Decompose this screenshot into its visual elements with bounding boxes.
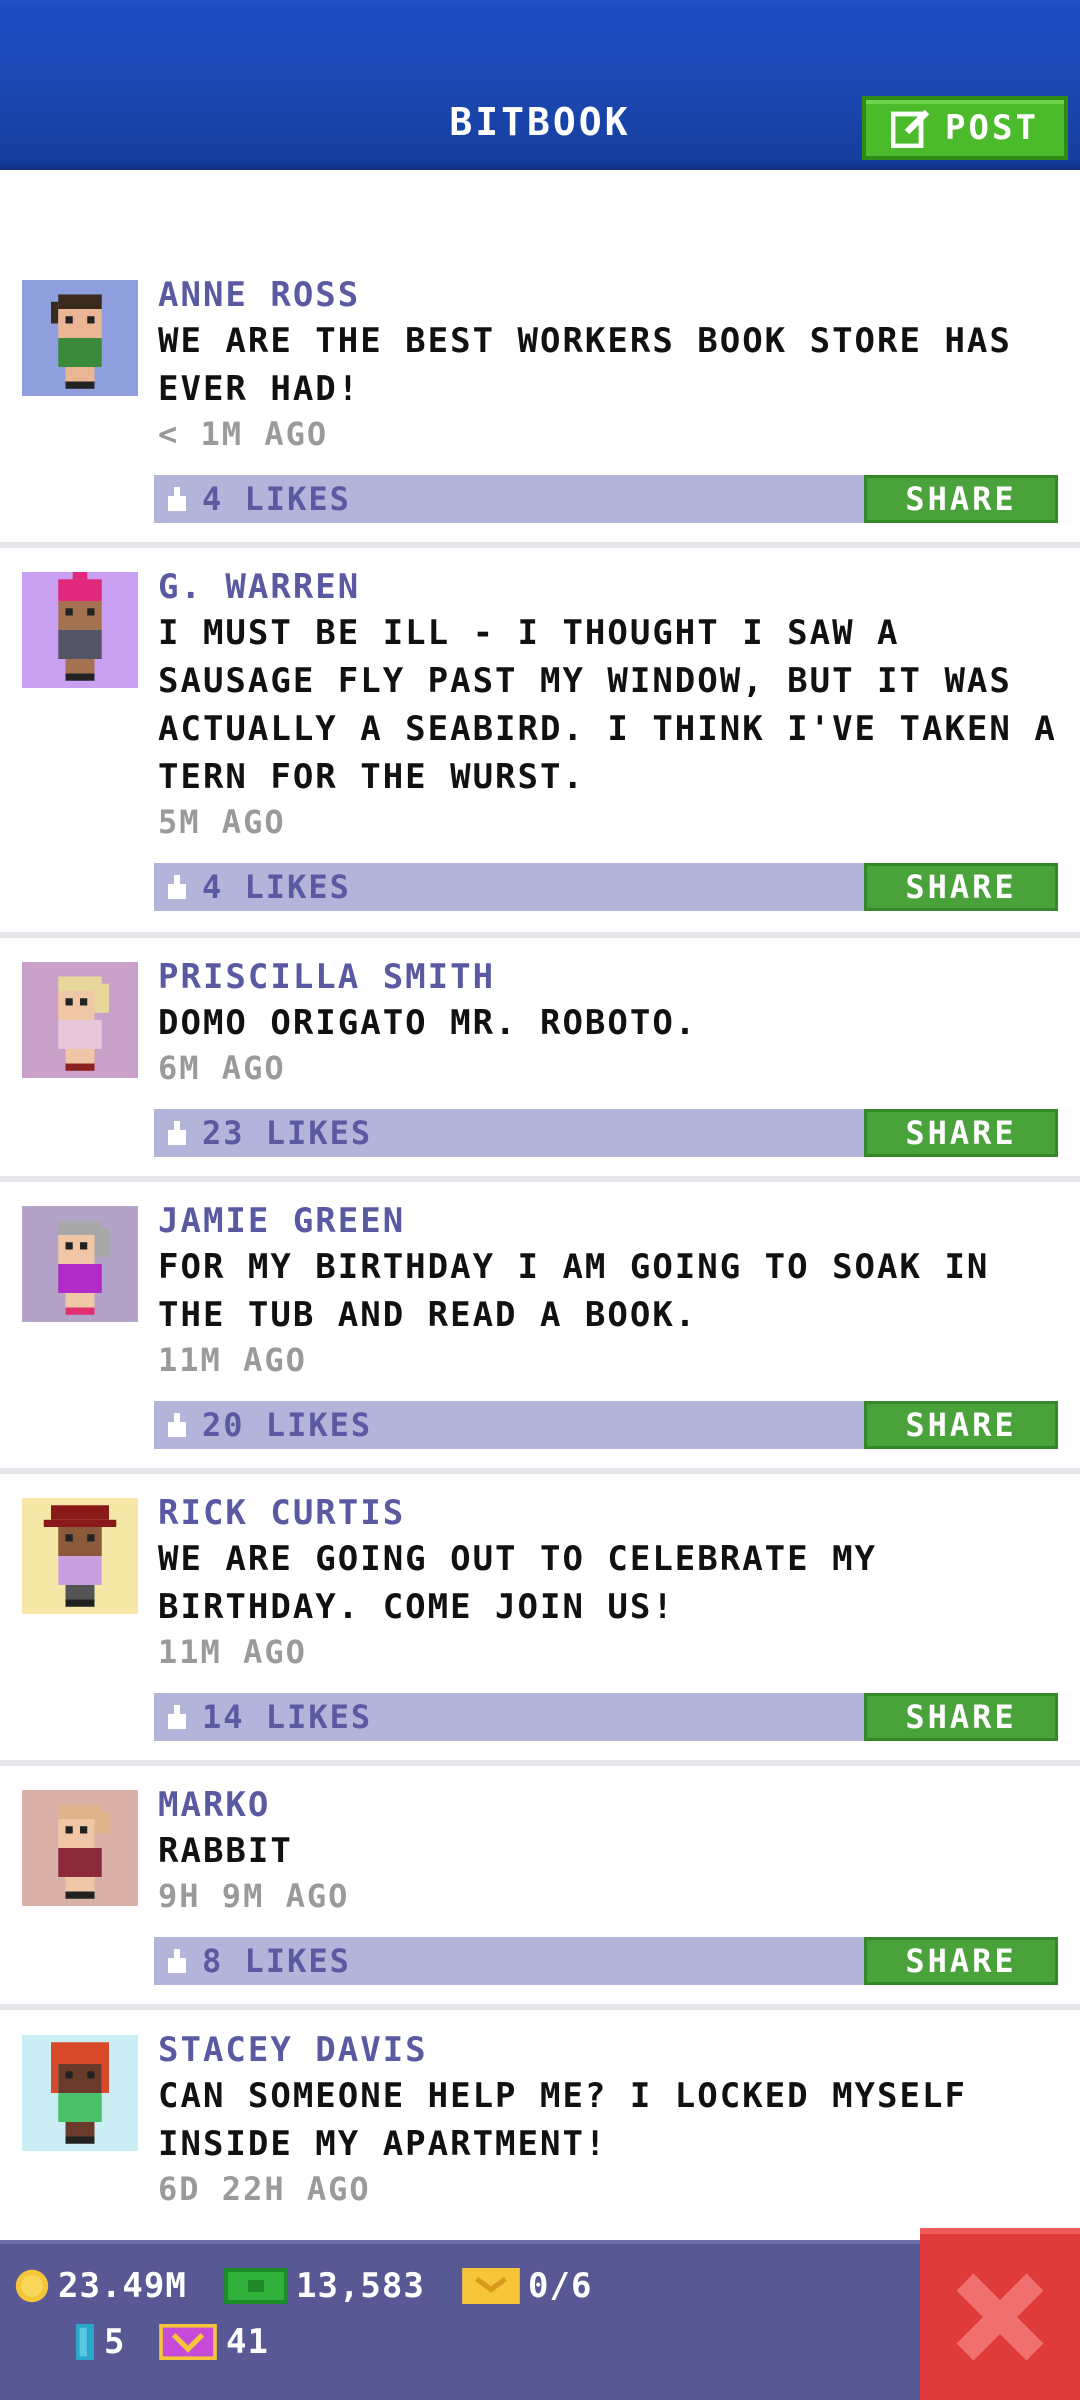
- close-button[interactable]: [920, 2228, 1080, 2400]
- thumbs-up-icon: [168, 487, 186, 511]
- person-icon: [51, 2042, 109, 2144]
- post-time: 5M AGO: [158, 803, 286, 841]
- post-message: WE ARE GOING OUT TO CELEBRATE MY BIRTHDA…: [158, 1539, 878, 1627]
- avatar: [22, 1498, 138, 1614]
- avatar: [22, 572, 138, 688]
- post-message: FOR MY BIRTHDAY I AM GOING TO SOAK IN TH…: [158, 1247, 990, 1335]
- divider: [0, 932, 1080, 938]
- post-time: 6D 22H AGO: [158, 2170, 371, 2208]
- thumbs-up-icon: [168, 1949, 186, 1973]
- divider: [0, 2004, 1080, 2010]
- thumbs-up-icon: [168, 1413, 186, 1437]
- person-icon: [58, 1804, 109, 1899]
- post-time: 11M AGO: [158, 1633, 307, 1671]
- thumbs-up-icon: [168, 1121, 186, 1145]
- post-author[interactable]: JAMIE GREEN: [158, 1201, 405, 1241]
- share-button[interactable]: SHARE: [864, 1693, 1058, 1741]
- vip-stat: 41: [158, 2322, 269, 2362]
- coins-value: 23.49M: [58, 2266, 187, 2306]
- like-bar[interactable]: 4 LIKES: [154, 863, 864, 911]
- coin-icon: [15, 2269, 49, 2303]
- post-message: WE ARE THE BEST WORKERS BOOK STORE HAS E…: [158, 321, 1012, 409]
- like-count: 4 LIKES: [202, 480, 351, 518]
- like-bar[interactable]: 23 LIKES: [154, 1109, 864, 1157]
- like-count: 20 LIKES: [202, 1406, 373, 1444]
- post-message: RABBIT: [158, 1831, 293, 1871]
- keys-value: 5: [104, 2322, 126, 2362]
- share-button[interactable]: SHARE: [864, 1109, 1058, 1157]
- stats-panel: [0, 2240, 920, 2400]
- close-icon: [956, 2273, 1044, 2361]
- post-author[interactable]: G. WARREN: [158, 567, 360, 607]
- post-button[interactable]: POST: [862, 96, 1068, 160]
- thumbs-up-icon: [168, 1705, 186, 1729]
- person-icon: [58, 572, 102, 681]
- avatar: [22, 1790, 138, 1906]
- like-count: 8 LIKES: [202, 1942, 351, 1980]
- coins-stat: 23.49M: [14, 2266, 187, 2306]
- tickets-stat: 0/6: [462, 2266, 592, 2306]
- bux-stat: 13,583: [224, 2266, 425, 2306]
- like-bar[interactable]: 20 LIKES: [154, 1401, 864, 1449]
- like-count: 4 LIKES: [202, 868, 351, 906]
- post-author[interactable]: PRISCILLA SMITH: [158, 957, 495, 997]
- app-header: BITBOOK POST: [0, 0, 1080, 170]
- post-author[interactable]: MARKO: [158, 1785, 270, 1825]
- tickets-value: 0/6: [528, 2266, 593, 2306]
- post-message: I MUST BE ILL - I THOUGHT I SAW A SAUSAG…: [158, 613, 1057, 797]
- thumbs-up-icon: [168, 875, 186, 899]
- status-bar: 23.49M 13,583 0/6 5 41: [0, 2240, 1080, 2400]
- post-message: DOMO ORIGATO MR. ROBOTO.: [158, 1003, 698, 1043]
- share-button[interactable]: SHARE: [864, 475, 1058, 523]
- keys-stat: 5: [74, 2322, 125, 2362]
- like-bar[interactable]: 8 LIKES: [154, 1937, 864, 1985]
- like-bar[interactable]: 4 LIKES: [154, 475, 864, 523]
- post-time: 6M AGO: [158, 1049, 286, 1087]
- vip-value: 41: [226, 2322, 269, 2362]
- vip-card-icon: [159, 2324, 217, 2360]
- post-time: < 1M AGO: [158, 415, 329, 453]
- divider: [0, 1468, 1080, 1474]
- avatar: [22, 962, 138, 1078]
- divider: [0, 542, 1080, 548]
- post-author[interactable]: RICK CURTIS: [158, 1493, 405, 1533]
- share-button[interactable]: SHARE: [864, 1401, 1058, 1449]
- like-bar[interactable]: 14 LIKES: [154, 1693, 864, 1741]
- feed-list[interactable]: ANNE ROSS WE ARE THE BEST WORKERS BOOK S…: [0, 170, 1080, 2240]
- post-message: CAN SOMEONE HELP ME? I LOCKED MYSELF INS…: [158, 2076, 967, 2164]
- post-time: 11M AGO: [158, 1341, 307, 1379]
- avatar: [22, 1206, 138, 1322]
- bux-value: 13,583: [296, 2266, 425, 2306]
- divider: [0, 1760, 1080, 1766]
- divider: [0, 1176, 1080, 1182]
- like-count: 14 LIKES: [202, 1698, 373, 1736]
- key-icon: [76, 2324, 94, 2360]
- person-icon: [58, 976, 109, 1071]
- person-icon: [51, 294, 102, 389]
- avatar: [22, 280, 138, 396]
- share-button[interactable]: SHARE: [864, 1937, 1058, 1985]
- post-author[interactable]: STACEY DAVIS: [158, 2030, 428, 2070]
- post-button-label: POST: [945, 108, 1039, 148]
- person-icon: [43, 1505, 117, 1607]
- share-button[interactable]: SHARE: [864, 863, 1058, 911]
- compose-icon: [891, 109, 930, 148]
- person-icon: [58, 1220, 109, 1315]
- banknote-icon: [224, 2268, 288, 2304]
- post-author[interactable]: ANNE ROSS: [158, 275, 360, 315]
- avatar: [22, 2035, 138, 2151]
- ticket-icon: [462, 2268, 520, 2304]
- like-count: 23 LIKES: [202, 1114, 373, 1152]
- post-time: 9H 9M AGO: [158, 1877, 350, 1915]
